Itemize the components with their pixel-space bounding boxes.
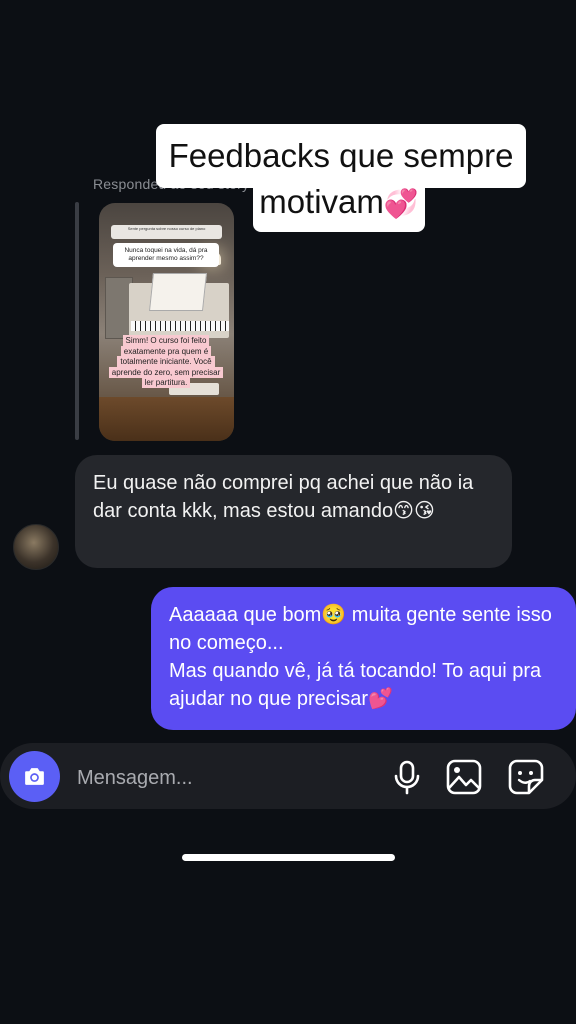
floor — [99, 397, 234, 441]
microphone-icon — [394, 760, 420, 795]
story-thumbnail[interactable]: Sente pergunta sobre nosso curso de pian… — [99, 203, 234, 441]
incoming-message-text: Eu quase não comprei pq achei que não ia… — [93, 472, 474, 522]
message-input[interactable] — [75, 762, 369, 794]
caption-overlay: Feedbacks que sempre me motivam💞 — [156, 124, 526, 238]
caption-line-2: motivam💞 — [253, 172, 425, 232]
sticker-button[interactable] — [507, 758, 545, 796]
camera-button[interactable] — [9, 751, 60, 802]
outgoing-message-line-1: Aaaaaa que bom🥹 muita gente sente isso n… — [169, 604, 552, 654]
avatar[interactable] — [13, 524, 59, 570]
outgoing-message[interactable]: Aaaaaa que bom🥹 muita gente sente isso n… — [151, 587, 576, 730]
reply-quote-bar — [75, 202, 79, 440]
gallery-icon — [446, 759, 482, 795]
microphone-button[interactable] — [388, 758, 426, 796]
sticker-icon — [508, 759, 544, 795]
story-answer-text: Simm! O curso foi feito exatamente pra q… — [105, 335, 227, 389]
sheet-music — [149, 273, 207, 311]
camera-icon — [25, 768, 44, 785]
incoming-message[interactable]: Eu quase não comprei pq achei que não ia… — [75, 455, 512, 568]
two-hearts-icon: 💞 — [383, 187, 419, 220]
home-indicator[interactable] — [182, 854, 395, 861]
piano-keys — [131, 321, 229, 331]
gallery-button[interactable] — [445, 758, 483, 796]
outgoing-message-line-2: Mas quando vê, já tá tocando! To aqui pr… — [169, 660, 542, 710]
story-question-sticker: Nunca toquei na vida, dá pra aprender me… — [113, 243, 219, 267]
